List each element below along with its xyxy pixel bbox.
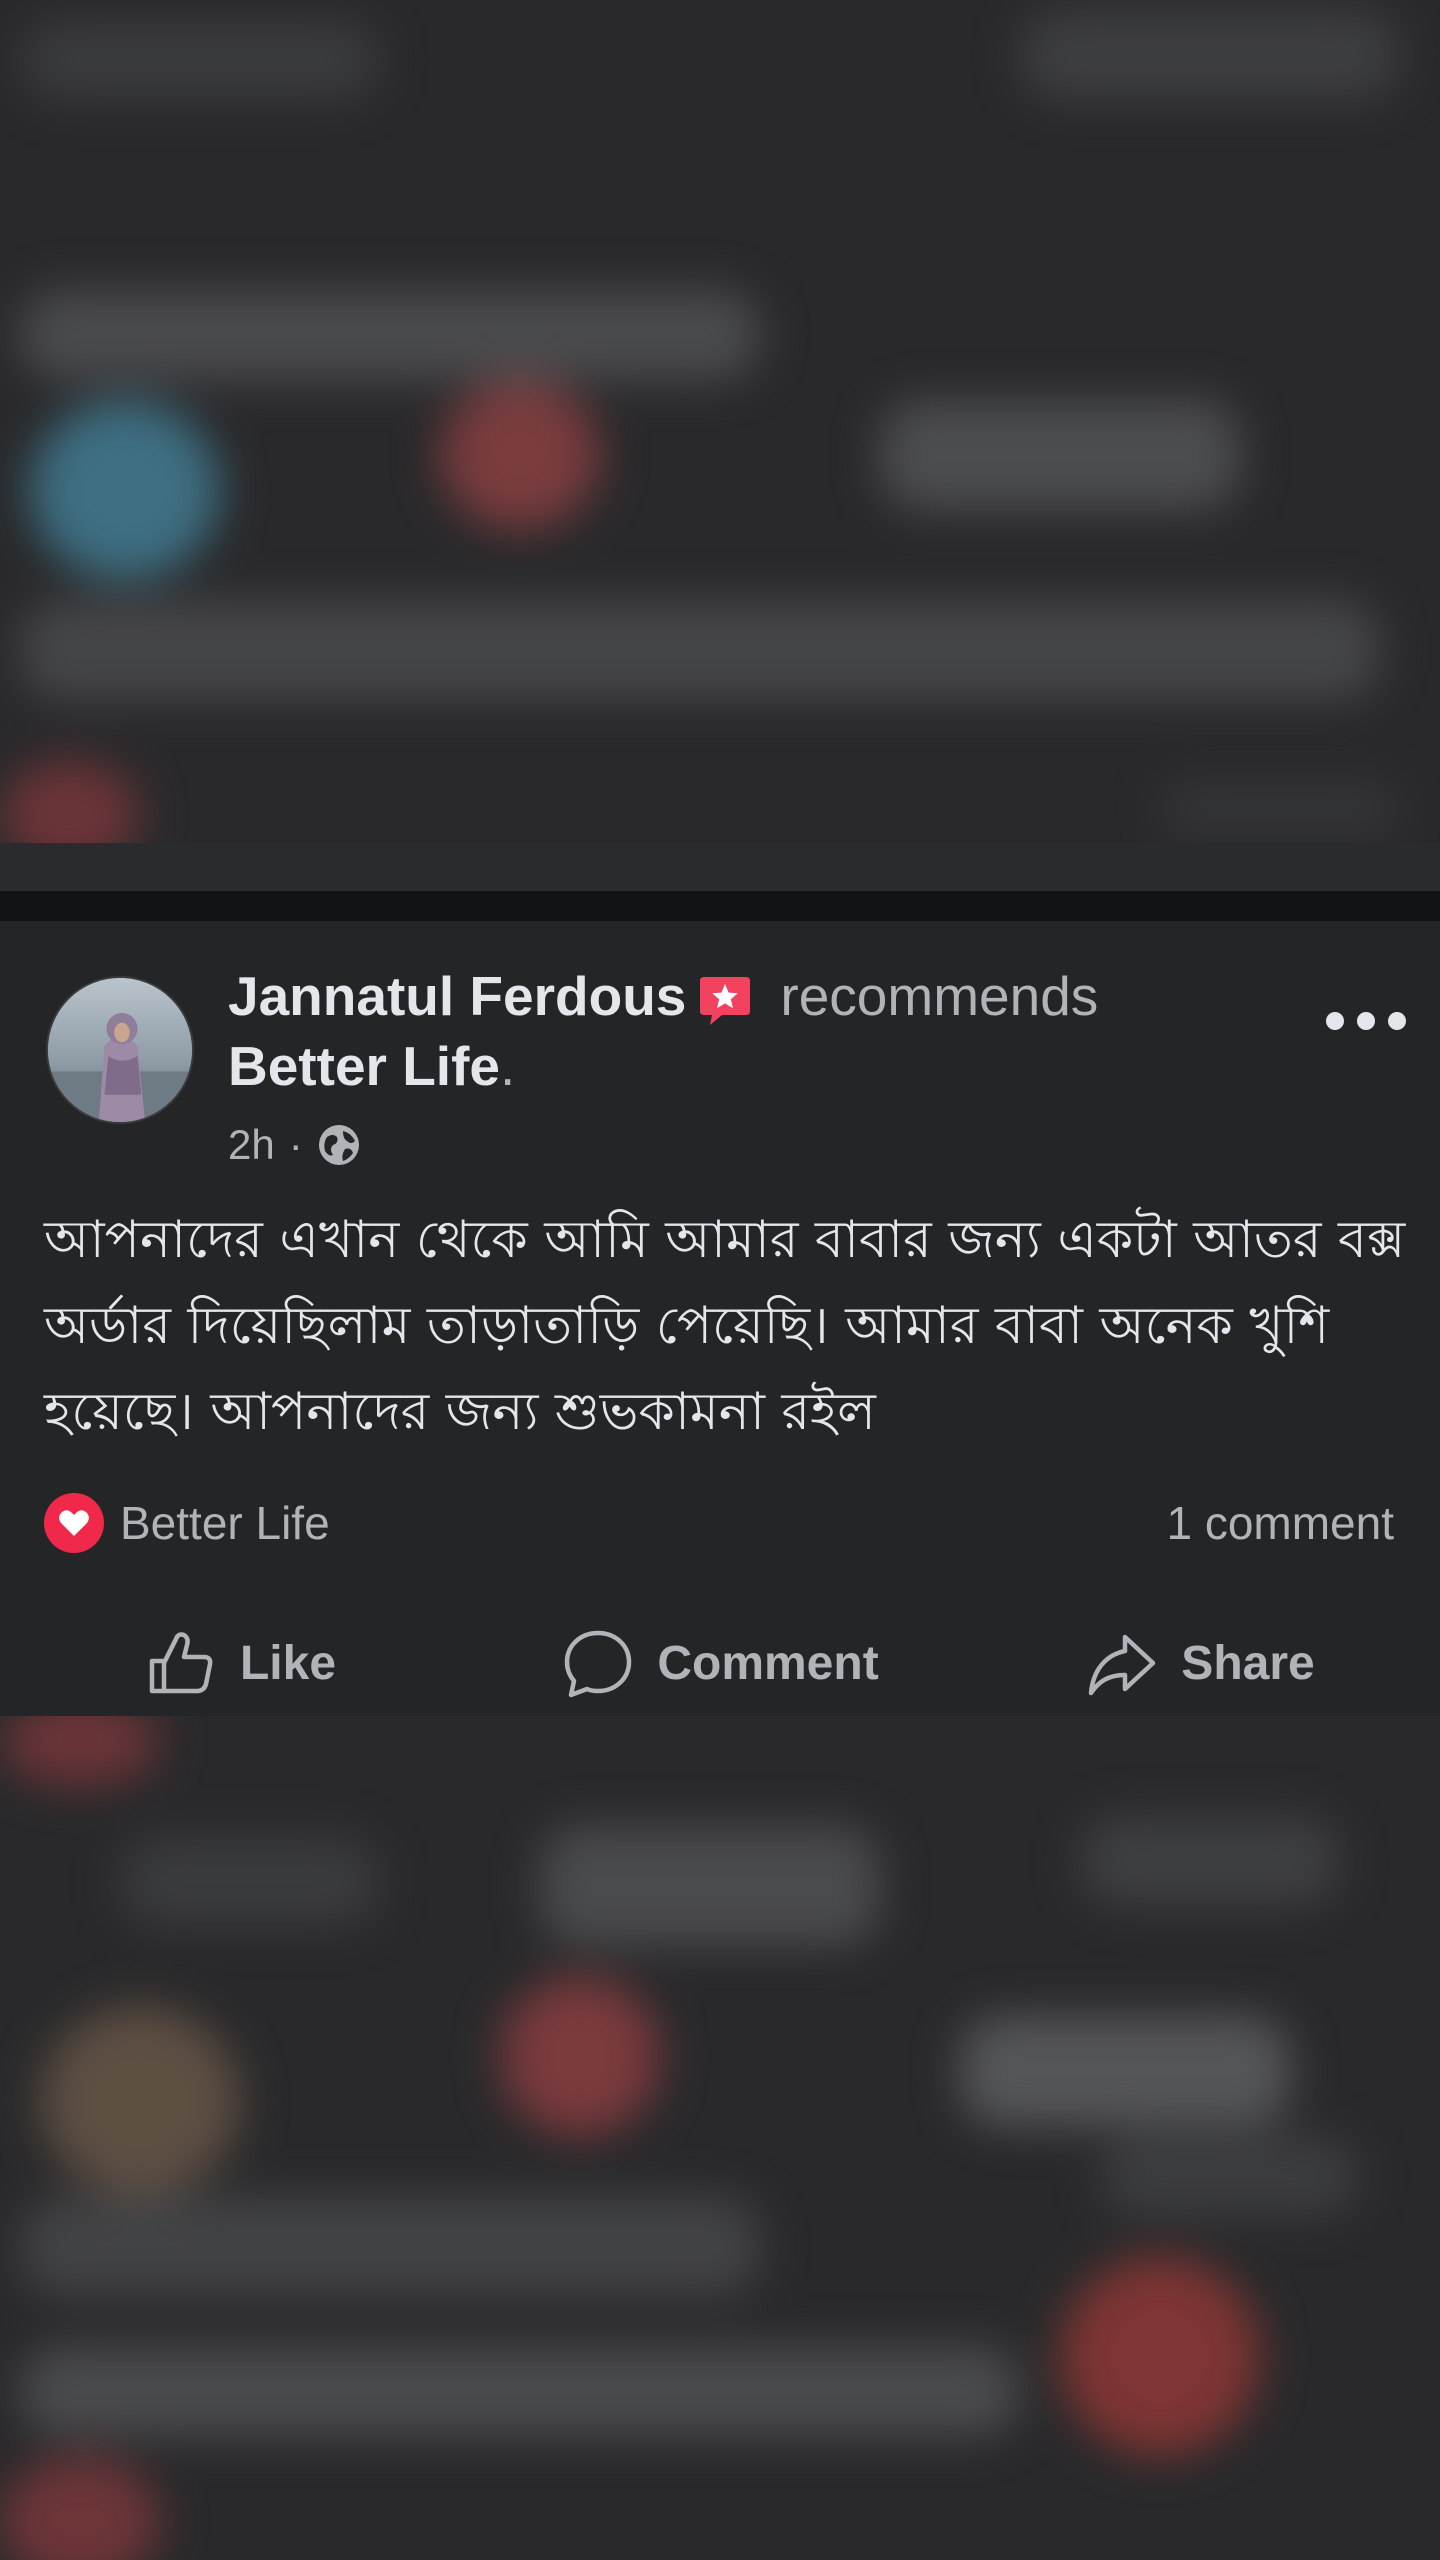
blurred-previous-post bbox=[0, 0, 1440, 843]
post-card: Jannatul Ferdous recommends Better Life … bbox=[0, 921, 1440, 1716]
more-dot bbox=[1388, 1012, 1406, 1030]
author-avatar[interactable] bbox=[46, 976, 194, 1124]
comment-bubble-icon bbox=[565, 1630, 632, 1697]
post-actions-bar: Like Comment Share bbox=[0, 1611, 1440, 1716]
more-dot bbox=[1357, 1012, 1375, 1030]
author-name[interactable]: Jannatul Ferdous bbox=[228, 964, 686, 1028]
meta-separator: · bbox=[288, 1121, 303, 1168]
heart-icon bbox=[44, 1493, 104, 1553]
reaction-name: Better Life bbox=[120, 1497, 330, 1549]
globe-icon bbox=[318, 1125, 359, 1165]
more-dot bbox=[1326, 1012, 1344, 1030]
recommended-page-line: Better Life . bbox=[228, 1031, 515, 1101]
recommends-text: recommends bbox=[780, 965, 1099, 1027]
blurred-next-post bbox=[0, 1716, 1440, 2560]
feed-screen: Jannatul Ferdous recommends Better Life … bbox=[0, 0, 1440, 2560]
post-body-text: আপনাদের এখান থেকে আমি আমার বাবার জন্য এক… bbox=[44, 1210, 1406, 1442]
feed-separator bbox=[0, 891, 1440, 921]
share-button[interactable]: Share bbox=[960, 1611, 1440, 1716]
like-button[interactable]: Like bbox=[0, 1611, 480, 1716]
post-timestamp[interactable]: 2h bbox=[228, 1121, 275, 1169]
more-options-icon[interactable] bbox=[1326, 991, 1406, 1051]
post-meta: 2h · bbox=[228, 1117, 361, 1173]
page-name-period: . bbox=[500, 1035, 516, 1097]
post-header: Jannatul Ferdous recommends bbox=[228, 961, 1098, 1031]
avatar-image bbox=[48, 978, 192, 1122]
thumbs-up-icon bbox=[149, 1631, 213, 1693]
comment-label: Comment bbox=[657, 1637, 879, 1690]
comment-button[interactable]: Comment bbox=[480, 1611, 960, 1716]
comments-count[interactable]: 1 comment bbox=[1166, 1491, 1394, 1555]
reactions-summary[interactable]: Better Life bbox=[44, 1491, 330, 1555]
like-label: Like bbox=[239, 1637, 337, 1690]
feed-divider bbox=[0, 843, 1440, 891]
share-arrow-icon bbox=[1089, 1634, 1156, 1695]
share-label: Share bbox=[1181, 1637, 1315, 1690]
star-badge-icon bbox=[698, 973, 752, 1027]
page-name-link[interactable]: Better Life bbox=[228, 1034, 500, 1098]
